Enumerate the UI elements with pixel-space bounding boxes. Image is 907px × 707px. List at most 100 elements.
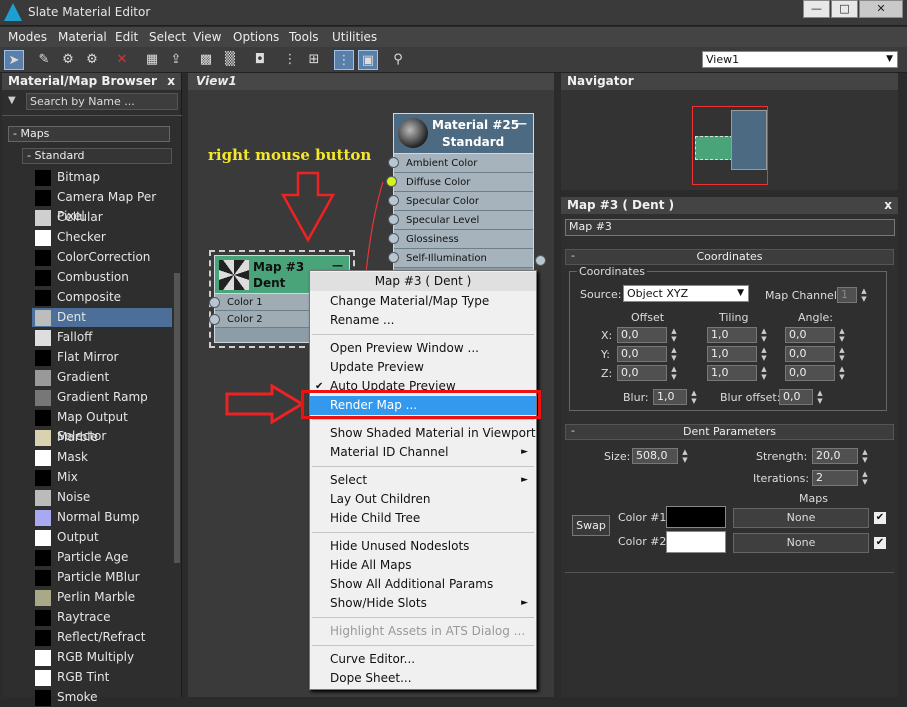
context-menu-item[interactable]: Curve Editor... [310, 650, 536, 669]
blur-field[interactable]: 1,0 [653, 389, 687, 405]
tiling-field[interactable]: 1,0 [707, 346, 757, 362]
color2-swatch[interactable] [666, 531, 726, 553]
show-background-icon[interactable]: ▒ [220, 50, 240, 70]
browser-item[interactable]: Camera Map Per Pixel [32, 188, 172, 223]
delete-icon[interactable]: ✕ [112, 50, 132, 70]
strength-spinner[interactable]: ▲ ▼ [860, 448, 870, 464]
offset-field[interactable]: 0,0 [617, 365, 667, 381]
angle-field[interactable]: 0,0 [785, 346, 835, 362]
strength-field[interactable]: 20,0 [812, 448, 858, 464]
material-map-icon[interactable]: ▦ [142, 50, 162, 70]
context-menu-item[interactable]: Rename ... [310, 311, 536, 330]
browser-item[interactable]: Mask [32, 448, 172, 467]
select-by-material-icon[interactable]: ◘ [250, 50, 270, 70]
layout-children-icon[interactable]: ⋮ [334, 50, 354, 70]
context-menu-item[interactable]: Dope Sheet... [310, 669, 536, 688]
size-spinner[interactable]: ▲ ▼ [680, 448, 690, 464]
browser-item[interactable]: Smoke [32, 688, 172, 707]
map-channel-spinner[interactable]: ▲ ▼ [859, 287, 869, 303]
angle-spinner[interactable]: ▲ ▼ [837, 365, 847, 381]
context-menu-item[interactable]: Select ► [310, 471, 536, 490]
context-menu-item[interactable]: Show/Hide Slots ► [310, 594, 536, 613]
select-tool-icon[interactable]: ➤ [4, 50, 24, 70]
angle-spinner[interactable]: ▲ ▼ [837, 346, 847, 362]
browser-item[interactable]: Cellular [32, 208, 172, 227]
material-slot[interactable]: Ambient Color [388, 154, 533, 173]
menu-options[interactable]: Options [233, 30, 279, 44]
tiling-spinner[interactable]: ▲ ▼ [759, 327, 769, 343]
material-slot[interactable]: Self-Illumination [388, 249, 533, 268]
color1-map-checkbox[interactable]: ✔ [874, 512, 886, 524]
browser-item[interactable]: Gradient [32, 368, 172, 387]
browser-item[interactable]: Bitmap [32, 168, 172, 187]
blur-offset-field[interactable]: 0,0 [779, 389, 813, 405]
color2-map-checkbox[interactable]: ✔ [874, 537, 886, 549]
browser-options-icon[interactable]: ▼ [8, 95, 22, 109]
layout-horizontal-icon[interactable]: ⊞ [304, 50, 324, 70]
zoom-search-icon[interactable]: ⚲ [388, 50, 408, 70]
group-standard[interactable]: - Standard [22, 148, 172, 164]
browser-item[interactable]: Particle Age [32, 548, 172, 567]
context-menu-item[interactable]: Update Preview [310, 358, 536, 377]
close-button[interactable]: ✕ [859, 0, 903, 18]
map-name-field[interactable]: Map #3 [565, 219, 895, 236]
input-socket[interactable] [209, 314, 220, 325]
tab-view1[interactable]: View1 [188, 73, 554, 90]
angle-field[interactable]: 0,0 [785, 327, 835, 343]
color2-map-button[interactable]: None [733, 533, 869, 553]
offset-field[interactable]: 0,0 [617, 327, 667, 343]
input-socket[interactable] [209, 297, 220, 308]
output-socket[interactable] [535, 255, 546, 266]
menu-edit[interactable]: Edit [115, 30, 138, 44]
menu-material[interactable]: Material [58, 30, 107, 44]
param-close-icon[interactable]: x [884, 197, 892, 214]
browser-item[interactable]: RGB Tint [32, 668, 172, 687]
input-socket[interactable] [388, 252, 399, 263]
menu-modes[interactable]: Modes [8, 30, 47, 44]
browser-item[interactable]: Output [32, 528, 172, 547]
browser-item[interactable]: Checker [32, 228, 172, 247]
browser-item[interactable]: Combustion [32, 268, 172, 287]
offset-spinner[interactable]: ▲ ▼ [669, 365, 679, 381]
input-socket[interactable] [386, 176, 397, 187]
menu-view[interactable]: View [193, 30, 221, 44]
browser-item[interactable]: Perlin Marble [32, 588, 172, 607]
params-editor-icon[interactable]: ▣ [358, 50, 378, 70]
browser-item[interactable]: Dent [32, 308, 172, 327]
maximize-button[interactable]: □ [831, 0, 858, 18]
browser-item[interactable]: Composite [32, 288, 172, 307]
material-slot[interactable]: Specular Level [388, 211, 533, 230]
tiling-spinner[interactable]: ▲ ▼ [759, 346, 769, 362]
browser-item[interactable]: Falloff [32, 328, 172, 347]
angle-field[interactable]: 0,0 [785, 365, 835, 381]
show-map-viewport-icon[interactable]: ▩ [196, 50, 216, 70]
offset-spinner[interactable]: ▲ ▼ [669, 327, 679, 343]
context-menu-item[interactable]: Hide Unused Nodeslots [310, 537, 536, 556]
context-menu-item[interactable]: Material ID Channel ► [310, 443, 536, 462]
context-menu-item[interactable]: Hide All Maps [310, 556, 536, 575]
browser-item[interactable]: Normal Bump [32, 508, 172, 527]
tiling-field[interactable]: 1,0 [707, 365, 757, 381]
collapse-icon[interactable]: — [516, 117, 527, 130]
input-socket[interactable] [388, 233, 399, 244]
source-dropdown[interactable]: Object XYZ ▼ [623, 285, 749, 302]
group-maps[interactable]: - Maps [8, 126, 170, 142]
browser-item[interactable]: Map Output Selector [32, 408, 172, 443]
context-menu-item[interactable]: Show All Additional Params [310, 575, 536, 594]
size-field[interactable]: 508,0 [632, 448, 678, 464]
tiling-spinner[interactable]: ▲ ▼ [759, 365, 769, 381]
offset-spinner[interactable]: ▲ ▼ [669, 346, 679, 362]
browser-item[interactable]: Gradient Ramp [32, 388, 172, 407]
offset-field[interactable]: 0,0 [617, 346, 667, 362]
browser-close-icon[interactable]: x [167, 73, 175, 90]
context-menu-item[interactable]: Change Material/Map Type [310, 292, 536, 311]
angle-spinner[interactable]: ▲ ▼ [837, 327, 847, 343]
put-to-library-icon[interactable]: ⇪ [166, 50, 186, 70]
browser-item[interactable]: Raytrace [32, 608, 172, 627]
context-menu-item[interactable]: Show Shaded Material in Viewport [310, 424, 536, 443]
rollout-coordinates[interactable]: Coordinates [565, 249, 894, 265]
browser-item[interactable]: Flat Mirror [32, 348, 172, 367]
browser-item[interactable]: Particle MBlur [32, 568, 172, 587]
blur-spinner[interactable]: ▲ ▼ [689, 389, 699, 405]
map-channel-field[interactable]: 1 [837, 287, 857, 303]
